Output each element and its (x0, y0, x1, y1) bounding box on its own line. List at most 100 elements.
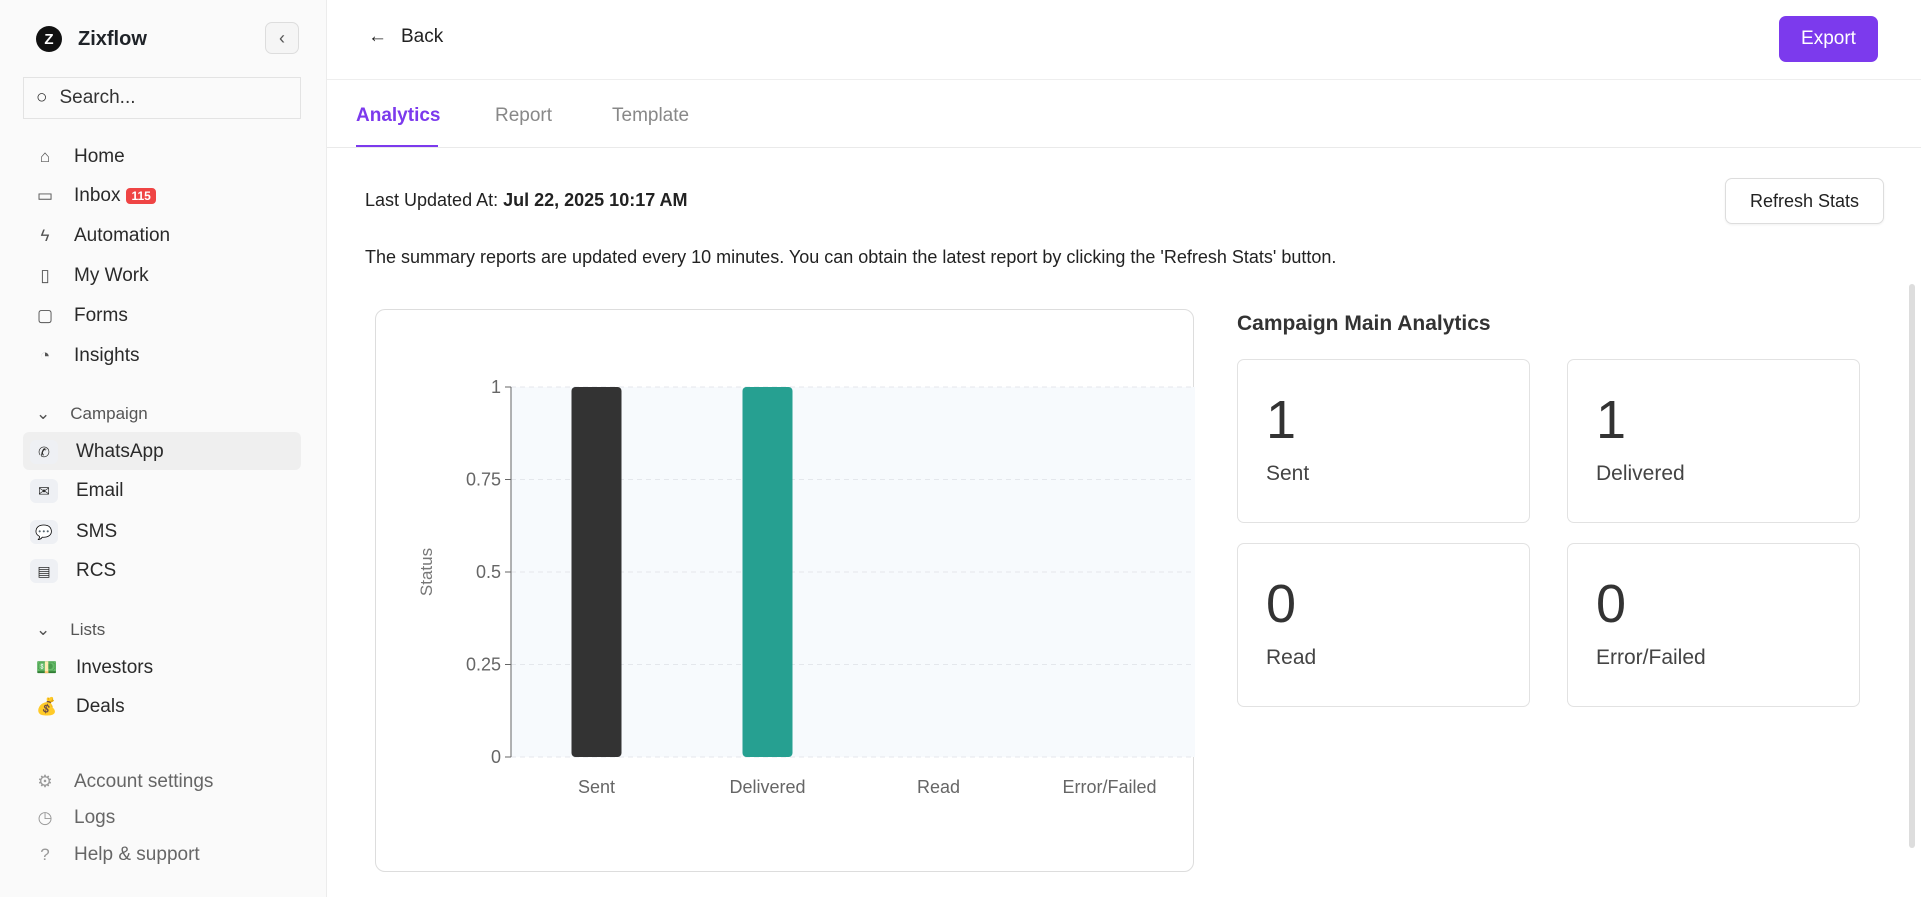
stat-label: Sent (1266, 462, 1310, 485)
y-tick-label: 0.75 (466, 470, 501, 490)
y-axis-label: Status (417, 548, 436, 596)
sidebar-item-forms[interactable]: ▢ Forms (34, 301, 128, 331)
stat-label: Error/Failed (1596, 646, 1706, 669)
stat-card-delivered: 1 Delivered (1567, 359, 1860, 523)
sidebar-item-home[interactable]: ⌂ Home (34, 142, 125, 172)
stat-label: Delivered (1596, 462, 1685, 485)
sidebar-item-deals[interactable]: 💰 Deals (36, 692, 125, 722)
refresh-stats-button[interactable]: Refresh Stats (1725, 178, 1884, 224)
label: Email (76, 480, 124, 501)
back-button[interactable]: ← Back (368, 26, 443, 48)
label: Automation (74, 225, 171, 246)
money-bag-icon: 💰 (36, 697, 58, 716)
label: Help & support (74, 844, 200, 865)
label: Inbox (74, 185, 121, 206)
label: Account settings (74, 771, 214, 792)
label: Lists (70, 620, 106, 639)
stat-card-error: 0 Error/Failed (1567, 543, 1860, 707)
sidebar-item-logs[interactable]: ◷ Logs (34, 803, 116, 833)
pie-chart-icon: ◔ (39, 346, 51, 365)
tab-bar (327, 80, 1921, 148)
home-icon: ⌂ (39, 147, 51, 166)
chart-card: 0 0.25 0.5 0.75 1 Sent Delivered Read Error/Fail… (375, 309, 1195, 872)
analytics-title: Campaign Main Analytics (1237, 312, 1491, 335)
stat-value: 0 (1266, 574, 1297, 634)
search-icon: ○ (36, 87, 48, 108)
inbox-icon: ▭ (36, 186, 54, 205)
inbox-badge: 115 (126, 188, 156, 204)
chevron-down-icon: ⌄ (36, 620, 51, 639)
campaign-section-toggle[interactable]: ⌄ Campaign (36, 404, 148, 424)
brand-name: Zixflow (78, 27, 147, 50)
label: Forms (74, 305, 128, 326)
chevron-down-icon: ⌄ (36, 404, 51, 423)
x-tick-label: Read (917, 777, 960, 797)
sidebar-item-account-settings[interactable]: ⚙ Account settings (34, 767, 213, 797)
tab-analytics[interactable]: Analytics (356, 105, 440, 127)
clock-icon: ◷ (37, 808, 53, 827)
label: Deals (76, 696, 125, 717)
label: Logs (74, 807, 116, 828)
label: Back (401, 26, 444, 47)
help-icon: ? (40, 845, 50, 864)
label: Home (74, 146, 125, 167)
label: SMS (76, 521, 118, 542)
status-bar-chart: 0 0.25 0.5 0.75 1 Sent Delivered Read Error/Fail… (417, 377, 1195, 797)
bar-delivered (742, 387, 793, 757)
stat-label: Read (1266, 646, 1317, 669)
zixflow-logo: Z (36, 26, 62, 52)
last-updated-label: Last Updated At: (365, 190, 499, 210)
scrollbar[interactable] (1909, 284, 1915, 848)
search-input[interactable]: ○ Search... (23, 77, 301, 119)
summary-note: The summary reports are updated every 10… (365, 247, 1337, 267)
label: RCS (76, 560, 117, 581)
whatsapp-icon: ✆ (30, 440, 58, 464)
active-tab-indicator (356, 145, 438, 147)
sidebar-item-inbox[interactable]: ▭ Inbox 115 (34, 181, 156, 211)
sidebar-item-my-work[interactable]: ▯ My Work (34, 261, 149, 291)
label: WhatsApp (76, 441, 164, 462)
tab-report[interactable]: Report (495, 105, 552, 127)
bolt-icon: ϟ (40, 226, 50, 245)
y-tick-label: 0 (491, 747, 501, 767)
lists-section-toggle[interactable]: ⌄ Lists (36, 620, 105, 640)
arrow-left-icon: ← (368, 26, 387, 47)
search-placeholder: Search... (59, 87, 136, 108)
export-button[interactable]: Export (1779, 16, 1878, 62)
sidebar-item-whatsapp[interactable]: ✆ WhatsApp (30, 437, 164, 467)
sidebar-item-email[interactable]: ✉ Email (30, 476, 124, 506)
tab-template[interactable]: Template (612, 105, 689, 127)
sidebar-item-automation[interactable]: ϟ Automation (34, 221, 171, 251)
label: Insights (74, 345, 140, 366)
stat-value: 1 (1596, 390, 1627, 450)
x-tick-label: Delivered (729, 777, 805, 797)
top-bar (327, 0, 1921, 80)
stat-card-read: 0 Read (1237, 543, 1530, 707)
sidebar-item-investors[interactable]: 💵 Investors (36, 653, 153, 683)
bar-sent (571, 387, 622, 757)
sidebar-item-help[interactable]: ? Help & support (34, 840, 200, 870)
sidebar-item-sms[interactable]: 💬 SMS (30, 517, 117, 547)
label: Campaign (70, 404, 148, 423)
money-icon: 💵 (36, 658, 58, 677)
gear-icon: ⚙ (37, 772, 53, 791)
chevron-left-icon: ‹ (279, 27, 285, 48)
last-updated-value: Jul 22, 2025 10:17 AM (503, 190, 688, 210)
last-updated: Last Updated At: Jul 22, 2025 10:17 AM (365, 190, 688, 211)
stat-card-sent: 1 Sent (1237, 359, 1530, 523)
label: Investors (76, 657, 154, 678)
x-tick-label: Sent (578, 777, 615, 797)
sidebar: Z Zixflow ‹ ○ Search... ⌂ Home ▭ Inbox 115 ϟ A… (0, 0, 327, 897)
stat-value: 0 (1596, 574, 1627, 634)
panel-icon: ▯ (40, 266, 50, 285)
rcs-icon: ▤ (30, 559, 58, 583)
x-tick-label: Error/Failed (1062, 777, 1156, 797)
sidebar-item-rcs[interactable]: ▤ RCS (30, 556, 116, 586)
sms-icon: 💬 (30, 520, 58, 544)
collapse-sidebar-button[interactable]: ‹ (265, 22, 299, 54)
stat-value: 1 (1266, 390, 1297, 450)
brand[interactable]: Z Zixflow (36, 26, 147, 52)
label: My Work (74, 265, 149, 286)
email-icon: ✉ (30, 479, 58, 503)
sidebar-item-insights[interactable]: ◔ Insights (34, 341, 140, 371)
